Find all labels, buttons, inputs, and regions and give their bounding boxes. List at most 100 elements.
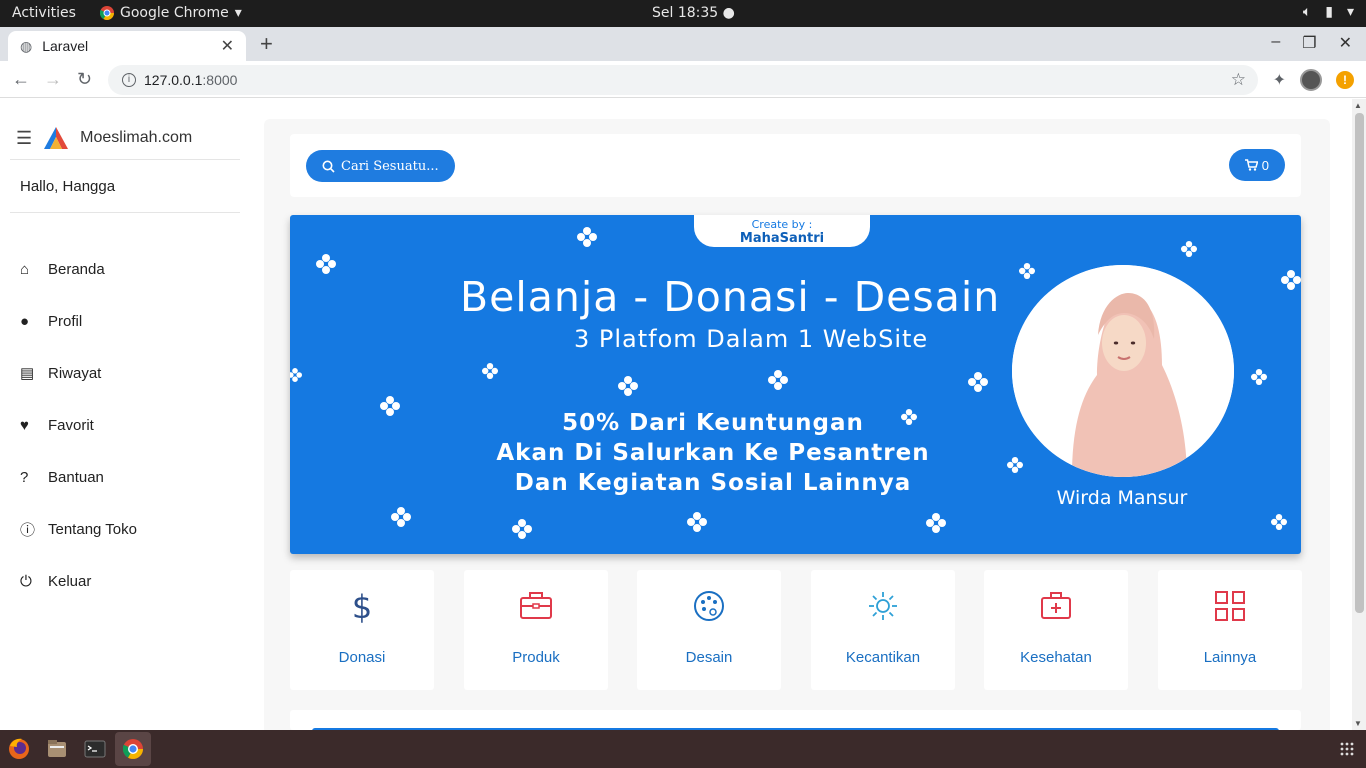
page-scrollbar[interactable]: ▲ ▼ [1352,99,1366,730]
flower-decoration-icon [290,368,302,382]
person-photo [1012,265,1234,477]
clipboard-icon: ▤ [20,365,35,382]
taskbar-dock [0,730,1366,768]
address-bar[interactable]: i 127.0.0.1:8000 ☆ [108,65,1258,95]
flower-decoration-icon [380,396,400,416]
sidebar-item-beranda[interactable]: ⌂ Beranda [20,243,137,295]
sidebar: ☰ Moeslimah.com Hallo, Hangga ⌂ Beranda ●… [0,99,252,730]
medkit-icon [1041,592,1071,619]
sidebar-item-label: Bantuan [48,468,104,486]
sidebar-item-profil[interactable]: ● Profil [20,295,137,347]
palette-icon [694,591,724,621]
category-desain[interactable]: Desain [637,570,781,690]
scroll-down-icon[interactable]: ▼ [1354,719,1362,728]
sidebar-item-riwayat[interactable]: ▤ Riwayat [20,347,137,399]
category-kesehatan[interactable]: Kesehatan [984,570,1128,690]
sun-icon [869,592,897,620]
category-label: Produk [512,649,560,666]
greeting: Hallo, Hangga [20,178,116,195]
power-icon: ⏻ [20,572,32,590]
close-tab-icon[interactable]: ✕ [221,36,234,56]
category-donasi[interactable]: $ Donasi [290,570,434,690]
profile-avatar[interactable] [1300,69,1322,91]
back-icon[interactable]: ← [12,69,30,90]
sidebar-item-label: Beranda [48,260,105,278]
category-label: Kesehatan [1020,649,1092,666]
brand-name[interactable]: Moeslimah.com [80,129,192,147]
brand-logo[interactable] [44,127,69,149]
banner-subheadline: 3 Platfom Dalam 1 WebSite [574,325,929,353]
info-icon: ⓘ [20,521,36,539]
chrome-dock-active[interactable] [115,732,151,766]
brand: ☰ Moeslimah.com [16,127,192,149]
category-label: Donasi [338,649,386,666]
flower-decoration-icon [901,409,917,425]
browser-tab[interactable]: ◍ Laravel ✕ [8,31,246,61]
sidebar-item-favorit[interactable]: ♥ Favorit [20,399,137,451]
url-port: :8000 [202,72,238,88]
grid-icon [1215,591,1245,621]
restore-icon[interactable]: ❐ [1302,33,1316,53]
extensions-icon[interactable]: ✦ [1273,70,1286,90]
system-top-bar: Activities Google Chrome ▾ Sel 18:35 ● 🔈… [0,0,1366,27]
minimize-icon[interactable]: – [1271,33,1280,53]
sidebar-item-label: Tentang Toko [48,520,137,538]
url-host: 127.0.0.1 [144,72,203,88]
scrollbar-thumb[interactable] [1355,113,1364,613]
flower-decoration-icon [316,254,336,274]
scroll-up-icon[interactable]: ▲ [1354,101,1362,110]
clock-text: Sel 18:35 [652,5,719,21]
flower-decoration-icon [1019,263,1035,279]
category-kecantikan[interactable]: Kecantikan [811,570,955,690]
files-icon[interactable] [42,734,72,764]
flower-decoration-icon [618,376,638,396]
browser-toolbar: ← → ↻ i 127.0.0.1:8000 ☆ ✦ ! [0,61,1366,98]
hamburger-menu-icon[interactable]: ☰ [16,128,32,149]
close-window-icon[interactable]: ✕ [1339,33,1352,53]
sidebar-item-label: Favorit [48,416,94,434]
category-label: Lainnya [1203,649,1257,666]
banner-headline: Belanja - Donasi - Desain [460,273,1001,321]
tab-strip: ◍ Laravel ✕ + – ❐ ✕ [0,27,1366,61]
info-icon[interactable]: i [122,73,136,87]
divider [10,212,240,213]
window-controls: – ❐ ✕ [1271,33,1352,53]
firefox-icon[interactable] [4,734,34,764]
divider [10,159,240,160]
sidebar-item-keluar[interactable]: ⏻ Keluar [20,555,137,607]
next-section-card [290,710,1301,732]
flower-decoration-icon [391,507,411,527]
terminal-icon[interactable] [80,734,110,764]
show-applications-icon[interactable] [1340,742,1354,756]
chevron-down-icon: ▾ [1346,4,1354,20]
sidebar-item-tentang-toko[interactable]: ⓘ Tentang Toko [20,503,137,555]
search-label: Cari Sesuatu... [341,158,439,174]
search-bar-card: Cari Sesuatu... 0 [290,134,1301,197]
bookmark-star-icon[interactable]: ☆ [1231,70,1246,90]
flower-decoration-icon [687,512,707,532]
briefcase-icon [520,592,552,619]
flower-decoration-icon [512,519,532,539]
reload-icon[interactable]: ↻ [77,69,92,90]
app-menu[interactable]: Google Chrome ▾ [100,5,242,21]
activities-button[interactable]: Activities [12,5,76,21]
sidebar-item-bantuan[interactable]: ? Bantuan [20,451,137,503]
flower-decoration-icon [577,227,597,247]
update-alert-icon[interactable]: ! [1336,71,1354,89]
search-button[interactable]: Cari Sesuatu... [306,150,455,182]
clock[interactable]: Sel 18:35 ● [652,5,735,21]
cart-button[interactable]: 0 [1228,149,1285,181]
system-tray[interactable]: 🔈︎ ▮ ▾ [1303,4,1354,20]
chrome-icon [100,6,114,20]
promo-banner[interactable]: Create by : MahaSantri Belanja - Donasi … [290,215,1301,554]
cart-count: 0 [1261,157,1269,173]
volume-icon: 🔈︎ [1302,4,1312,20]
new-tab-button[interactable]: + [260,31,273,57]
category-produk[interactable]: Produk [464,570,608,690]
toolbar-actions: ✦ ! [1273,69,1354,91]
creator-name: MahaSantri [739,231,825,246]
creator-tag: Create by : MahaSantri [694,215,870,247]
forward-icon[interactable]: → [44,69,62,90]
category-lainnya[interactable]: Lainnya [1158,570,1302,690]
flower-decoration-icon [482,363,498,379]
